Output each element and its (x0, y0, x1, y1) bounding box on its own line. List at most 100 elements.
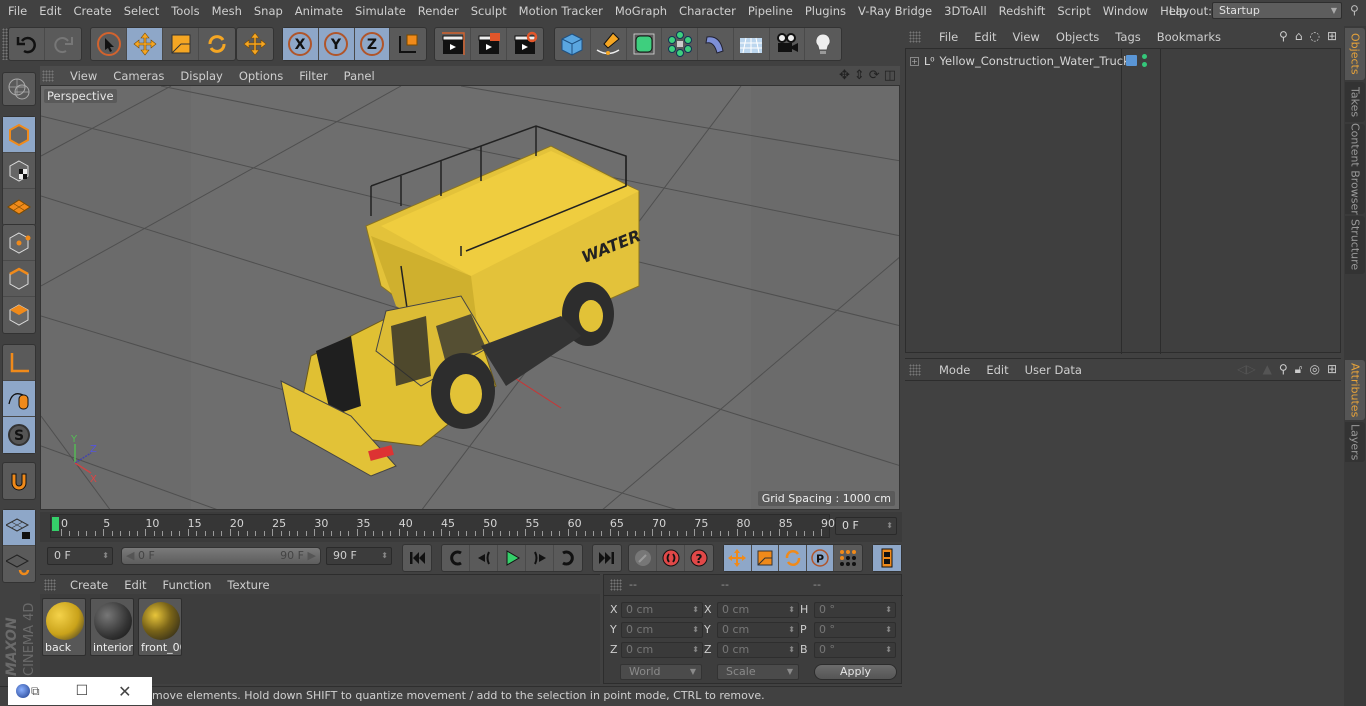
next-key-button[interactable] (554, 545, 582, 571)
layout-select[interactable]: Startup ▼ (1212, 2, 1342, 19)
menu-character[interactable]: Character (673, 4, 742, 18)
position-field[interactable]: 0 cm ⬍ (621, 622, 703, 638)
menu-snap[interactable]: Snap (248, 4, 289, 18)
key-rotation-button[interactable] (779, 545, 807, 571)
viewport-menu-view[interactable]: View (62, 69, 105, 83)
render-view-button[interactable] (435, 28, 471, 60)
viewport-menu-options[interactable]: Options (231, 69, 291, 83)
apply-button[interactable]: Apply (814, 664, 897, 680)
render-settings-button[interactable] (507, 28, 543, 60)
layer-color-tag[interactable] (1126, 55, 1137, 66)
am-menu-mode[interactable]: Mode (931, 363, 978, 377)
tab-attributes[interactable]: Attributes (1345, 360, 1365, 420)
timeline-ruler[interactable]: 0 5 10 15 20 25 30 35 40 45 50 55 60 65 70 75 80 85 90 (50, 514, 835, 538)
go-to-start-button[interactable] (403, 545, 431, 571)
menu-render[interactable]: Render (412, 4, 465, 18)
rotate-view-icon[interactable]: ⟳ (869, 68, 880, 83)
range-left-arrow-icon[interactable]: ◀ (126, 548, 134, 564)
playhead[interactable] (52, 517, 59, 531)
z-axis-lock[interactable]: Z (354, 28, 391, 60)
move-tool-button[interactable] (127, 28, 163, 60)
new-panel-icon[interactable]: ⊞ (1327, 362, 1337, 377)
light-button[interactable] (805, 28, 841, 60)
select-tool-button[interactable] (91, 28, 127, 60)
back-arrow-icon[interactable]: ◁▷ (1237, 362, 1255, 377)
solo-button[interactable]: S (3, 417, 35, 453)
rotation-field[interactable]: 0 ° ⬍ (814, 622, 896, 638)
cloner-button[interactable] (662, 28, 698, 60)
search-icon[interactable]: ⚲ (1279, 362, 1288, 377)
timeline-window-button[interactable] (873, 545, 901, 571)
3d-viewport[interactable]: WATER Y Z X Perspective Grid Spacing: 1… (40, 85, 900, 510)
polygons-mode-button[interactable] (3, 297, 35, 333)
go-to-end-button[interactable] (593, 545, 621, 571)
menu-tools[interactable]: Tools (165, 4, 205, 18)
menu-simulate[interactable]: Simulate (349, 4, 412, 18)
menu-select[interactable]: Select (118, 4, 165, 18)
viewport-menu-filter[interactable]: Filter (291, 69, 335, 83)
key-parameter-button[interactable]: P (806, 545, 835, 571)
start-frame-field[interactable]: 0 F ⬍ (47, 547, 113, 565)
am-menu-user-data[interactable]: User Data (1017, 363, 1090, 377)
scale-tool-button[interactable] (163, 28, 199, 60)
tab-content-browser[interactable]: Content Browser (1345, 123, 1365, 215)
position-field[interactable]: 0 cm ⬍ (621, 602, 703, 618)
deformer-button[interactable] (698, 28, 734, 60)
object-row[interactable]: + L⁰ Yellow_Construction_Water_Truck (906, 51, 1342, 71)
rotate-tool-button[interactable] (199, 28, 235, 60)
om-menu-edit[interactable]: Edit (966, 30, 1004, 44)
om-menu-file[interactable]: File (931, 30, 966, 44)
material-interior[interactable]: interior (90, 598, 134, 656)
next-frame-button[interactable] (526, 545, 554, 571)
viewport-solo-button[interactable] (3, 73, 35, 105)
rotation-field[interactable]: 0 ° ⬍ (814, 642, 896, 658)
floor-button[interactable] (734, 28, 770, 60)
panel-grip[interactable] (44, 578, 56, 591)
rotation-field[interactable]: 0 ° ⬍ (814, 602, 896, 618)
spinner-icon[interactable]: ⬍ (788, 603, 795, 617)
redo-button[interactable] (45, 28, 81, 60)
panel-grip[interactable] (909, 363, 921, 376)
tweak-mode-button[interactable] (3, 381, 35, 417)
size-field[interactable]: 0 cm ⬍ (717, 622, 799, 638)
texture-mode-button[interactable] (3, 153, 35, 189)
pen-button[interactable] (591, 28, 627, 60)
restore-icon[interactable]: ⧉ (31, 684, 40, 699)
render-visibility-dot[interactable] (1142, 62, 1147, 67)
tab-takes[interactable]: Takes (1345, 82, 1365, 122)
viewport-menu-panel[interactable]: Panel (336, 69, 383, 83)
material-back[interactable]: back (42, 598, 86, 656)
spinner-icon[interactable]: ⬍ (886, 518, 893, 534)
key-scale-button[interactable] (751, 545, 780, 571)
editor-visibility-dot[interactable] (1142, 54, 1147, 59)
model-mode-button[interactable] (3, 117, 35, 153)
tab-objects[interactable]: Objects (1345, 28, 1365, 80)
lock-icon[interactable]: 🔓︎ (1295, 362, 1303, 377)
menu-animate[interactable]: Animate (289, 4, 349, 18)
frame-range-slider[interactable]: ◀ 0 F 90 F ▶ (121, 547, 321, 565)
axis-mode-button[interactable] (3, 345, 35, 381)
eye-icon[interactable]: ◌ (1309, 29, 1319, 43)
mm-menu-create[interactable]: Create (62, 578, 116, 592)
tab-structure[interactable]: Structure (1345, 216, 1365, 274)
current-frame-field[interactable]: 0 F ⬍ (835, 517, 897, 535)
viewport-menu-cameras[interactable]: Cameras (105, 69, 172, 83)
om-menu-objects[interactable]: Objects (1048, 30, 1107, 44)
menu-3dtoall[interactable]: 3DToAll (938, 4, 993, 18)
coordinate-mode-dropdown[interactable]: World ▼ (620, 664, 702, 680)
am-menu-edit[interactable]: Edit (978, 363, 1016, 377)
previous-frame-button[interactable] (470, 545, 498, 571)
maximize-icon[interactable]: ☐ (76, 683, 89, 699)
spinner-icon[interactable]: ⬍ (885, 623, 892, 637)
menu-window[interactable]: Window (1097, 4, 1154, 18)
mm-menu-edit[interactable]: Edit (116, 578, 154, 592)
home-icon[interactable]: ⌂ (1295, 29, 1303, 43)
panel-grip[interactable] (909, 31, 921, 43)
panel-grip[interactable] (610, 579, 622, 591)
spinner-icon[interactable]: ⬍ (885, 643, 892, 657)
menu-file[interactable]: File (0, 4, 33, 18)
menu-edit[interactable]: Edit (33, 4, 67, 18)
cube-button[interactable] (555, 28, 591, 60)
menu-script[interactable]: Script (1051, 4, 1096, 18)
spinner-icon[interactable]: ⬍ (102, 548, 109, 564)
